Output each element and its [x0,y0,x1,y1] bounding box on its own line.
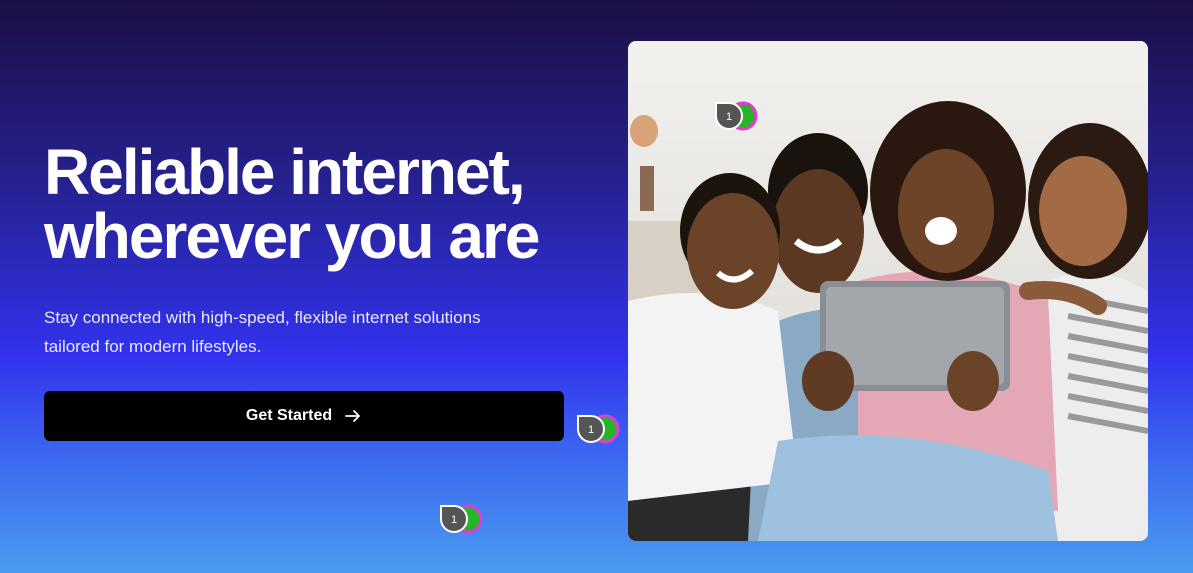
hero-title: Reliable internet, wherever you are [44,136,540,272]
marker-badge[interactable]: 1 [712,100,758,132]
marker-label: 1 [726,111,732,123]
hero-photo [628,41,1148,541]
family-with-tablet-image [628,41,1148,541]
get-started-label: Get Started [245,407,333,424]
get-started-button[interactable]: Get Started [44,391,564,441]
marker-label: 1 [451,514,457,526]
marker-label: 1 [588,424,594,436]
hero-subtitle: Stay connected with high-speed, flexible… [44,308,481,356]
arrow-right-icon [345,410,361,422]
marker-badge[interactable]: 1 [574,413,620,445]
marker-badge[interactable]: 1 [437,503,483,535]
